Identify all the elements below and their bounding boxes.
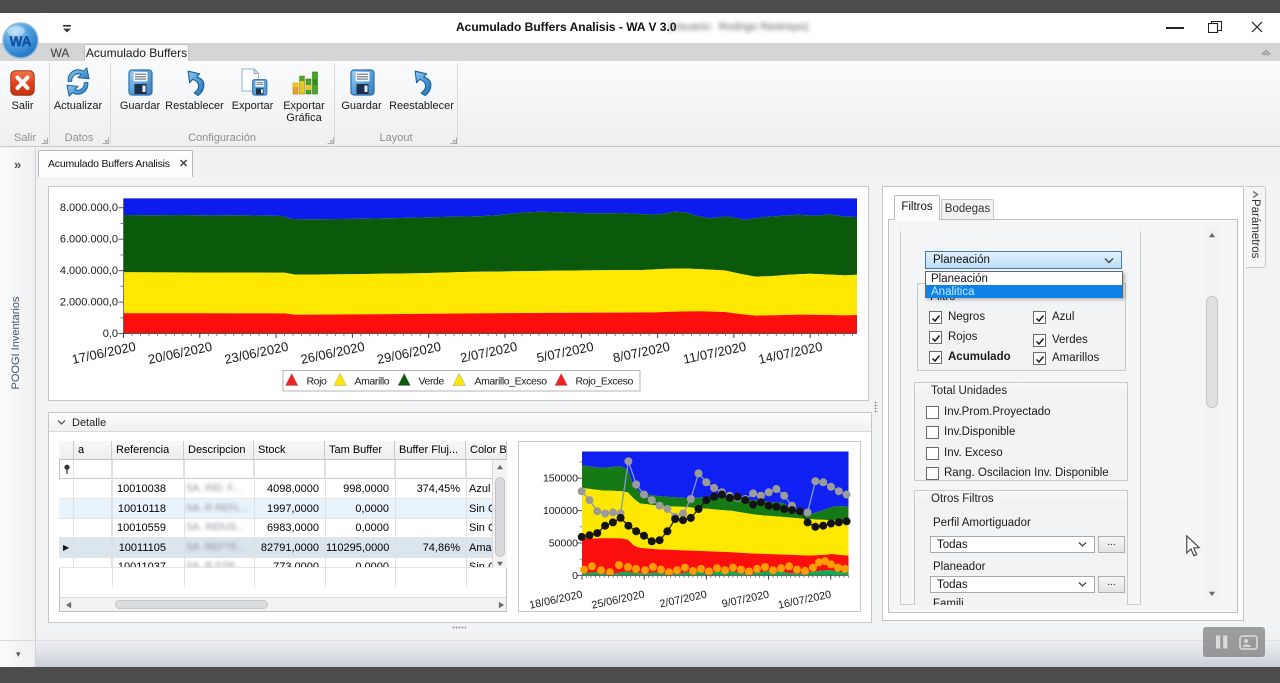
svg-text:Amarillo_Exceso: Amarillo_Exceso xyxy=(475,376,548,388)
svg-text:0,0: 0,0 xyxy=(103,328,118,340)
svg-text:Rojo_Exceso: Rojo_Exceso xyxy=(576,376,634,388)
svg-text:Rojo: Rojo xyxy=(307,376,328,388)
svg-text:50000: 50000 xyxy=(549,538,578,550)
svg-text:4.000.000,0: 4.000.000,0 xyxy=(60,265,118,277)
svg-text:Amarillo: Amarillo xyxy=(355,376,390,388)
svg-text:100000: 100000 xyxy=(543,505,578,517)
svg-text:6.000.000,0: 6.000.000,0 xyxy=(60,234,118,246)
svg-text:0: 0 xyxy=(572,570,578,582)
svg-text:8.000.000,0: 8.000.000,0 xyxy=(60,202,118,214)
svg-text:Verde: Verde xyxy=(419,376,445,388)
svg-text:WA: WA xyxy=(10,34,32,49)
svg-text:2.000.000,0: 2.000.000,0 xyxy=(60,297,118,309)
svg-text:150000: 150000 xyxy=(543,473,578,485)
